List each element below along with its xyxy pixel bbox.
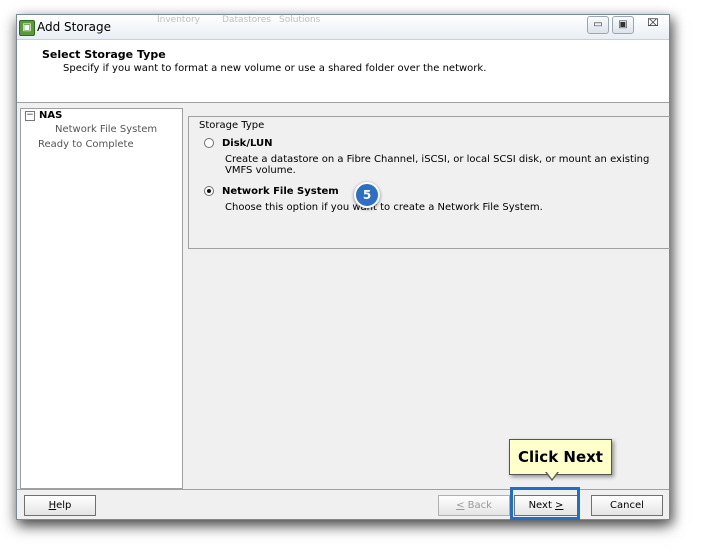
background-tab-fragment: Inventory: [157, 15, 200, 25]
step-ready-to-complete[interactable]: Ready to Complete: [38, 139, 134, 150]
minimize-button[interactable]: ▭: [587, 16, 609, 34]
help-button-mnemonic: H: [48, 500, 57, 511]
background-tab-fragment: Solutions: [279, 15, 321, 25]
page-title: Select Storage Type: [42, 48, 166, 61]
nfs-radio[interactable]: [204, 186, 214, 196]
title-bar: ▣ Add Storage Inventory Datastores Solut…: [17, 15, 669, 40]
next-button-highlight: [510, 487, 580, 520]
page-subtitle: Specify if you want to format a new volu…: [63, 63, 487, 74]
restore-button[interactable]: ▣: [612, 16, 634, 34]
storage-type-group: Storage Type Disk/LUN Create a datastore…: [188, 116, 670, 249]
click-next-callout: Click Next: [509, 439, 612, 475]
close-button[interactable]: ⌧: [642, 16, 664, 32]
nfs-description: Choose this option if you want to create…: [225, 202, 543, 213]
back-button-label-rest: Back: [464, 500, 492, 511]
help-button-label-rest: elp: [56, 500, 72, 511]
collapse-icon[interactable]: −: [25, 111, 35, 121]
wizard-steps-panel: − NAS Network File System Ready to Compl…: [20, 108, 183, 489]
step-number-badge: 5: [354, 182, 380, 208]
disk-lun-label[interactable]: Disk/LUN: [222, 138, 273, 149]
radio-selected-dot: [207, 189, 211, 193]
datastore-icon: ▣: [19, 20, 35, 36]
group-label: Storage Type: [197, 120, 267, 131]
background-tab-fragment: Datastores: [222, 15, 271, 25]
callout-tail-fill: [546, 471, 558, 479]
disk-lun-radio[interactable]: [204, 138, 214, 148]
main-content: Storage Type Disk/LUN Create a datastore…: [183, 107, 670, 488]
nfs-label[interactable]: Network File System: [222, 186, 339, 197]
cancel-button[interactable]: Cancel: [591, 495, 663, 516]
add-storage-window: ▣ Add Storage Inventory Datastores Solut…: [16, 14, 670, 520]
wizard-header: Select Storage Type Specify if you want …: [17, 40, 669, 103]
help-button[interactable]: Help: [24, 495, 96, 516]
disk-lun-description: Create a datastore on a Fibre Channel, i…: [225, 154, 650, 176]
step-group-nas[interactable]: NAS: [39, 110, 62, 121]
window-title: Add Storage: [37, 20, 111, 34]
step-network-file-system[interactable]: Network File System: [55, 124, 157, 135]
back-button[interactable]: < Back: [438, 495, 510, 516]
